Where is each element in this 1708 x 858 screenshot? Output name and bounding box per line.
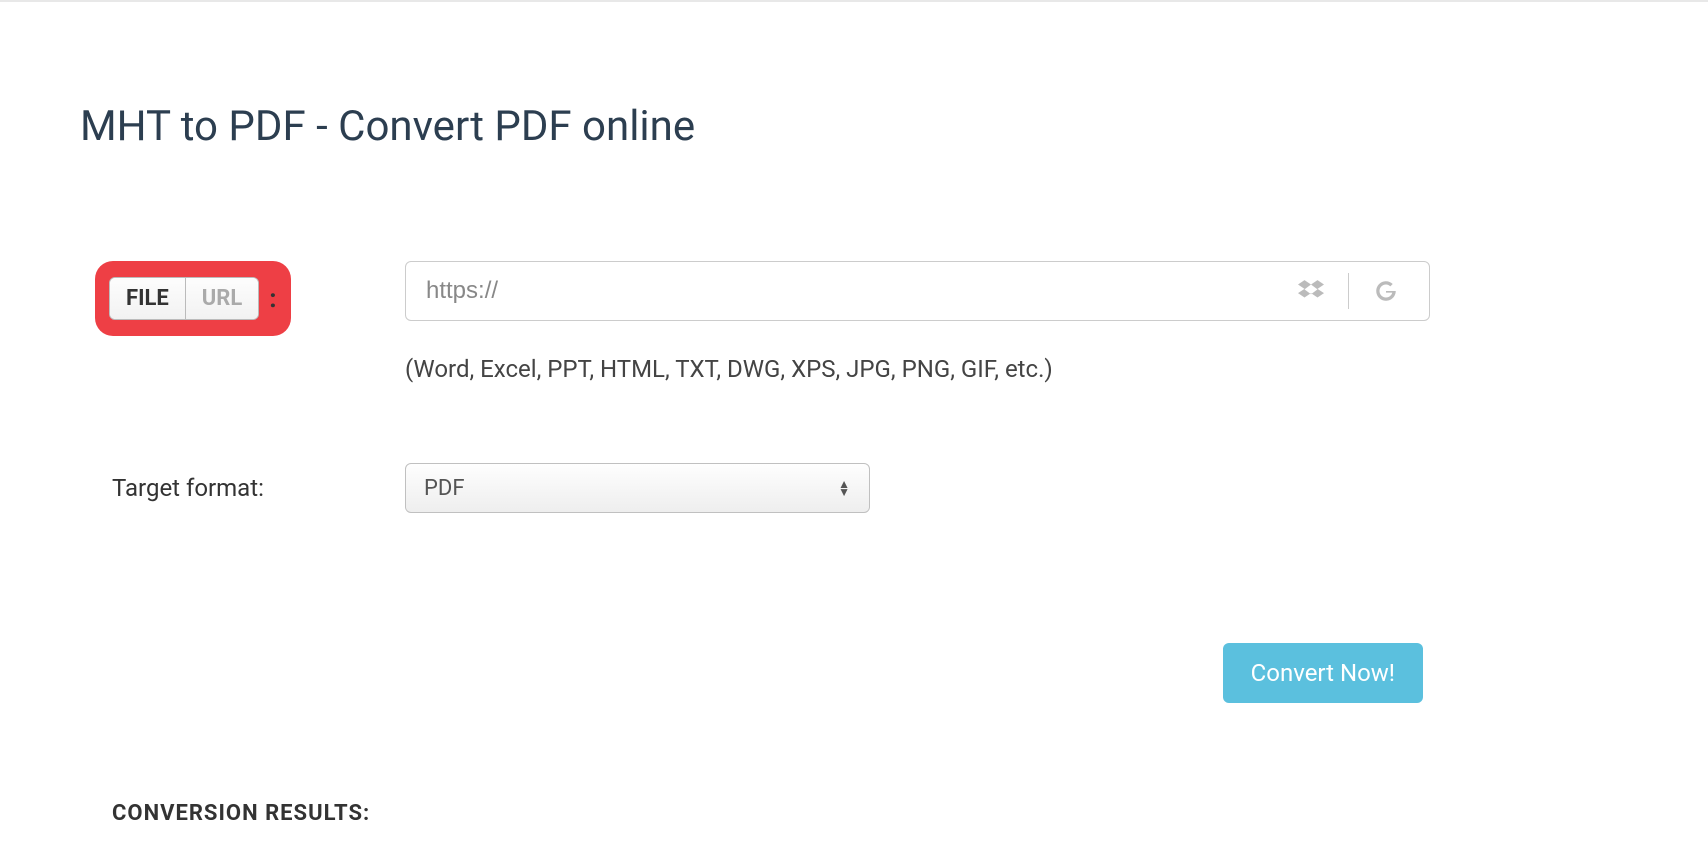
toggle-colon: : [269, 284, 276, 314]
url-toggle-button[interactable]: URL [186, 278, 259, 319]
results-heading: CONVERSION RESULTS: [80, 801, 1628, 826]
target-format-row: Target format: PDF ▲ ▼ [80, 463, 1628, 513]
dropbox-icon [1298, 278, 1324, 304]
source-toggle-highlight: FILE URL : [95, 261, 291, 336]
page-title: MHT to PDF - Convert PDF online [80, 102, 1628, 151]
url-input[interactable] [406, 262, 1286, 320]
target-format-select[interactable]: PDF [405, 463, 870, 513]
url-input-wrapper [405, 261, 1430, 321]
google-dr[interactable] [1361, 270, 1411, 312]
source-row: FILE URL : [80, 261, 1628, 383]
file-types-hint: (Word, Excel, PPT, HTML, TXT, DWG, XPS, … [405, 355, 1430, 383]
target-format-label: Target format: [80, 474, 264, 502]
source-toggle-group: FILE URL [109, 277, 259, 320]
google-icon [1373, 278, 1399, 304]
dropbox-button[interactable] [1286, 270, 1336, 312]
file-toggle-button[interactable]: FILE [110, 278, 186, 319]
convert-button[interactable]: Convert Now! [1223, 643, 1423, 703]
